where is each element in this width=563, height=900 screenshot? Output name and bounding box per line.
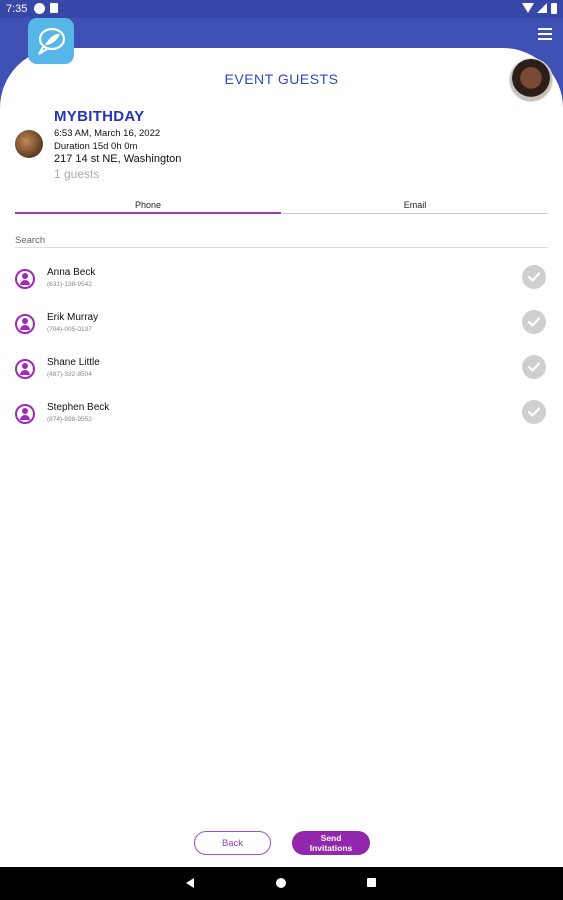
nav-back-icon[interactable] <box>186 878 194 888</box>
select-check-icon[interactable] <box>522 310 546 334</box>
list-item[interactable]: Stephen Beck (874)-898-9552 <box>15 400 548 440</box>
contact-name: Erik Murray <box>47 312 99 323</box>
app-logo[interactable] <box>28 18 74 64</box>
signal-icon <box>537 3 547 13</box>
list-item[interactable]: Anna Beck (631)-138-9542 <box>15 265 548 305</box>
page-title: EVENT GUESTS <box>224 71 339 87</box>
event-name: MYBITHDAY <box>54 108 145 125</box>
contact-icon <box>15 404 35 424</box>
contact-phone: (874)-898-9552 <box>47 416 92 423</box>
sim-card-icon <box>50 3 58 13</box>
list-item[interactable]: Shane Little (487)-332-8504 <box>15 355 548 395</box>
search-input[interactable] <box>15 233 548 248</box>
contact-phone: (704)-005-0137 <box>47 326 92 333</box>
send-label: Send <box>320 833 342 843</box>
send-label-invitations: Invitations <box>309 843 353 853</box>
nav-home-icon[interactable] <box>276 878 286 888</box>
select-check-icon[interactable] <box>522 400 546 424</box>
event-thumbnail <box>15 130 43 158</box>
contact-phone: (631)-138-9542 <box>47 281 92 288</box>
back-button[interactable]: Back <box>194 831 271 855</box>
battery-icon <box>551 3 557 14</box>
event-guest-count: 1 guests <box>54 167 100 181</box>
send-invitations-button[interactable]: Send Invitations <box>292 831 370 855</box>
leaf-chat-logo-icon <box>38 27 66 55</box>
wifi-icon <box>522 3 534 13</box>
tab-email[interactable]: Email <box>282 200 548 210</box>
list-item[interactable]: Erik Murray (704)-005-0137 <box>15 310 548 350</box>
event-address: 217 14 st NE, Washington <box>54 153 182 165</box>
tab-divider <box>282 213 548 214</box>
event-duration: Duration 15d 0h 0m <box>54 141 138 152</box>
contact-name: Anna Beck <box>47 267 96 278</box>
user-avatar[interactable] <box>509 58 553 102</box>
select-check-icon[interactable] <box>522 265 546 289</box>
status-bar: 7:35 <box>0 0 563 18</box>
tab-active-indicator <box>15 212 281 214</box>
notification-icon <box>34 3 45 14</box>
contact-icon <box>15 359 35 379</box>
event-datetime: 6:53 AM, March 16, 2022 <box>54 128 161 139</box>
status-time: 7:35 <box>6 3 28 15</box>
nav-recents-icon[interactable] <box>367 878 376 887</box>
contact-name: Shane Little <box>47 357 100 368</box>
contact-icon <box>15 314 35 334</box>
tab-phone[interactable]: Phone <box>15 200 281 210</box>
contact-icon <box>15 269 35 289</box>
select-check-icon[interactable] <box>522 355 546 379</box>
hamburger-menu-icon[interactable] <box>538 28 552 40</box>
system-nav-bar <box>0 867 563 900</box>
contact-name: Stephen Beck <box>47 402 110 413</box>
contact-phone: (487)-332-8504 <box>47 371 92 378</box>
